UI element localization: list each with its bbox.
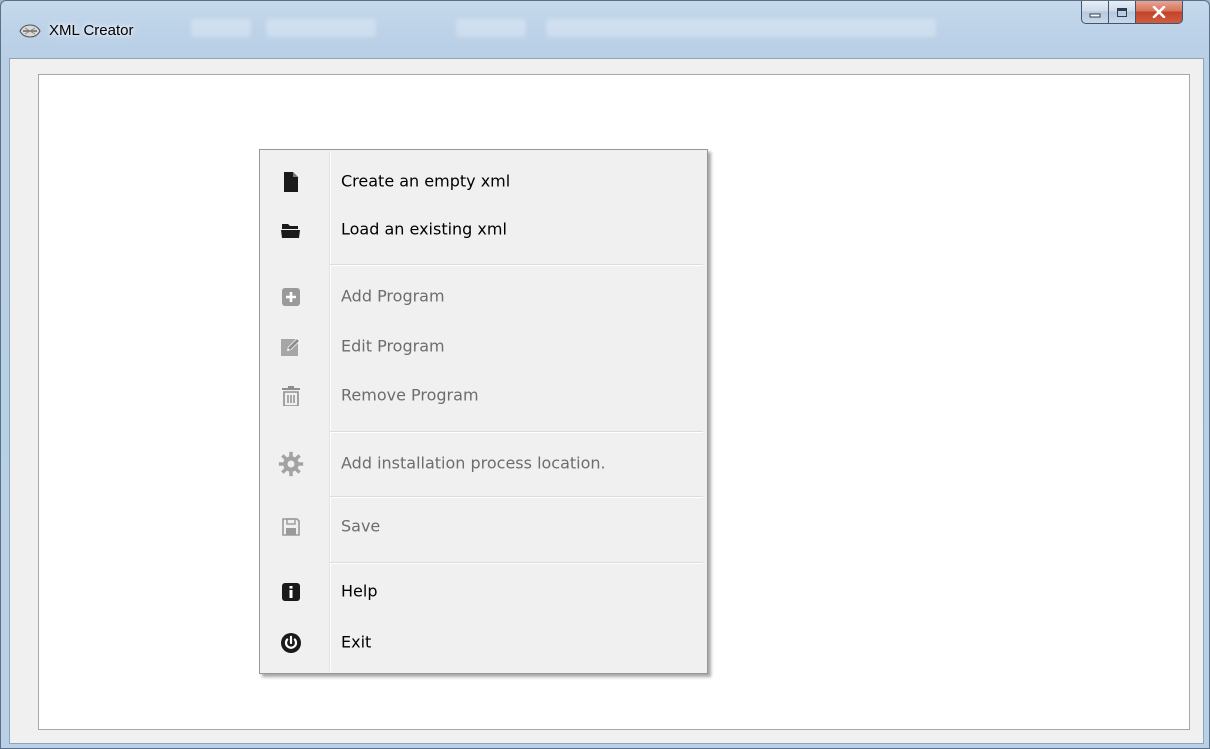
trash-icon — [278, 383, 304, 409]
edit-pencil-icon — [278, 334, 304, 360]
close-button[interactable] — [1136, 1, 1183, 24]
plus-square-icon — [278, 284, 304, 310]
menu-item-label: Load an existing xml — [341, 219, 507, 239]
menu-item-label: Remove Program — [341, 385, 479, 405]
title-bar-glass — [546, 19, 936, 37]
menu-item-save[interactable]: Save — [262, 505, 705, 549]
menu-item-label: Add Program — [341, 286, 445, 306]
menu-item-label: Exit — [341, 632, 372, 652]
power-icon — [278, 630, 304, 656]
menu-item-edit-program[interactable]: Edit Program — [262, 325, 705, 369]
new-file-icon — [278, 169, 304, 195]
minimize-icon — [1089, 3, 1101, 22]
app-logo-icon — [19, 23, 41, 38]
gears-icon — [278, 451, 304, 477]
menu-item-exit[interactable]: Exit — [262, 621, 705, 665]
menu-item-add-program[interactable]: Add Program — [262, 275, 705, 319]
floppy-disk-icon — [278, 514, 304, 540]
menu-item-label: Edit Program — [341, 336, 445, 356]
title-bar[interactable]: XML Creator — [1, 1, 1209, 59]
maximize-button[interactable] — [1109, 1, 1136, 24]
menu-separator — [330, 562, 703, 564]
menu-item-help[interactable]: Help — [262, 570, 705, 614]
menu-separator — [330, 264, 703, 266]
menu-item-remove-program[interactable]: Remove Program — [262, 374, 705, 418]
minimize-button[interactable] — [1081, 1, 1109, 24]
title-bar-glass — [266, 19, 376, 37]
close-icon — [1152, 3, 1166, 22]
caption-buttons — [1081, 1, 1183, 25]
menu-separator — [330, 431, 703, 433]
open-folder-icon — [278, 217, 304, 243]
menu-separator — [330, 496, 703, 498]
menu-item-label: Save — [341, 516, 381, 536]
title-bar-glass — [456, 19, 526, 37]
main-context-menu: Create an empty xml Load an existing xml… — [259, 149, 708, 674]
maximize-icon — [1116, 3, 1128, 22]
menu-item-label: Create an empty xml — [341, 171, 511, 191]
menu-item-label: Add installation process location. — [341, 453, 606, 473]
title-bar-glass — [191, 19, 251, 37]
window-title: XML Creator — [49, 22, 134, 39]
menu-item-label: Help — [341, 581, 378, 601]
menu-item-load-existing-xml[interactable]: Load an existing xml — [262, 208, 705, 252]
menu-item-create-empty-xml[interactable]: Create an empty xml — [262, 160, 705, 204]
info-icon — [278, 579, 304, 605]
menu-item-add-installation-location[interactable]: Add installation process location. — [262, 442, 705, 486]
